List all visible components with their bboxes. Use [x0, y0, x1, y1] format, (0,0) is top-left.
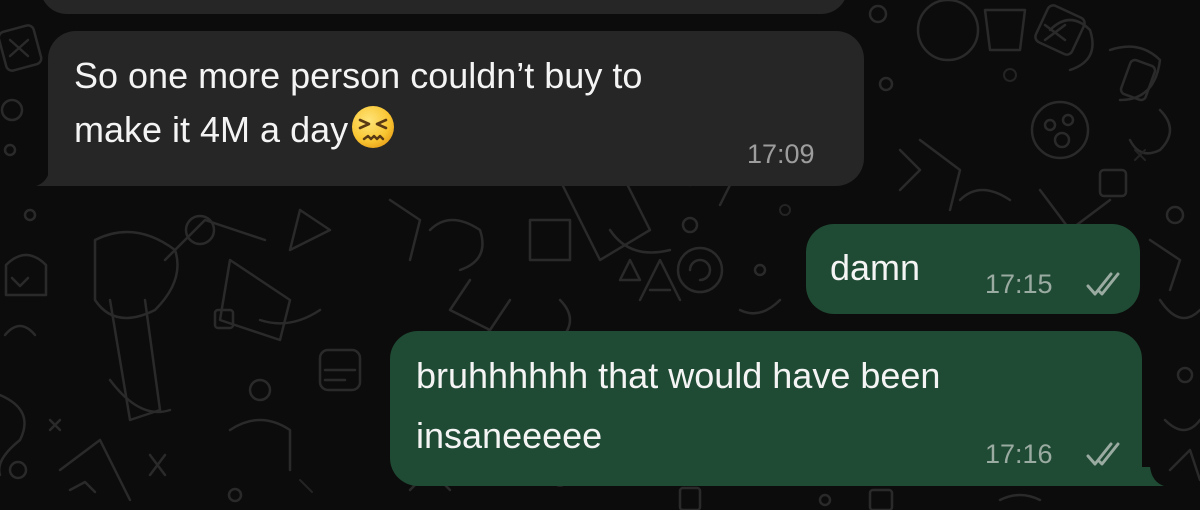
- message-text-line-2: make it 4M a day: [74, 102, 396, 158]
- incoming-bubble-tail: [36, 168, 64, 186]
- incoming-message-bubble[interactable]: So one more person couldn’t buy to make …: [48, 31, 864, 186]
- message-text-line-1: So one more person couldn’t buy to: [74, 55, 643, 96]
- message-text-line-1: bruhhhhhh that would have been: [416, 355, 941, 396]
- message-text-line-2: insaneeeee: [416, 415, 603, 456]
- message-timestamp: 17:15: [985, 269, 1053, 299]
- outgoing-message-bubble[interactable]: damn 17:15: [806, 224, 1140, 314]
- message-text-line-2-text: make it 4M a day: [74, 109, 349, 150]
- message-text: damn: [830, 247, 921, 288]
- outgoing-bubble-tail: [1136, 467, 1164, 486]
- read-receipt-double-check-icon: [1086, 272, 1120, 296]
- message-timestamp: 17:09: [747, 139, 815, 169]
- persevering-face-emoji-icon: [352, 106, 395, 148]
- outgoing-message-bubble[interactable]: bruhhhhhh that would have been insaneeee…: [390, 331, 1142, 486]
- read-receipt-double-check-icon: [1086, 442, 1120, 466]
- previous-message-bubble: [40, 0, 848, 14]
- message-timestamp: 17:16: [985, 439, 1053, 469]
